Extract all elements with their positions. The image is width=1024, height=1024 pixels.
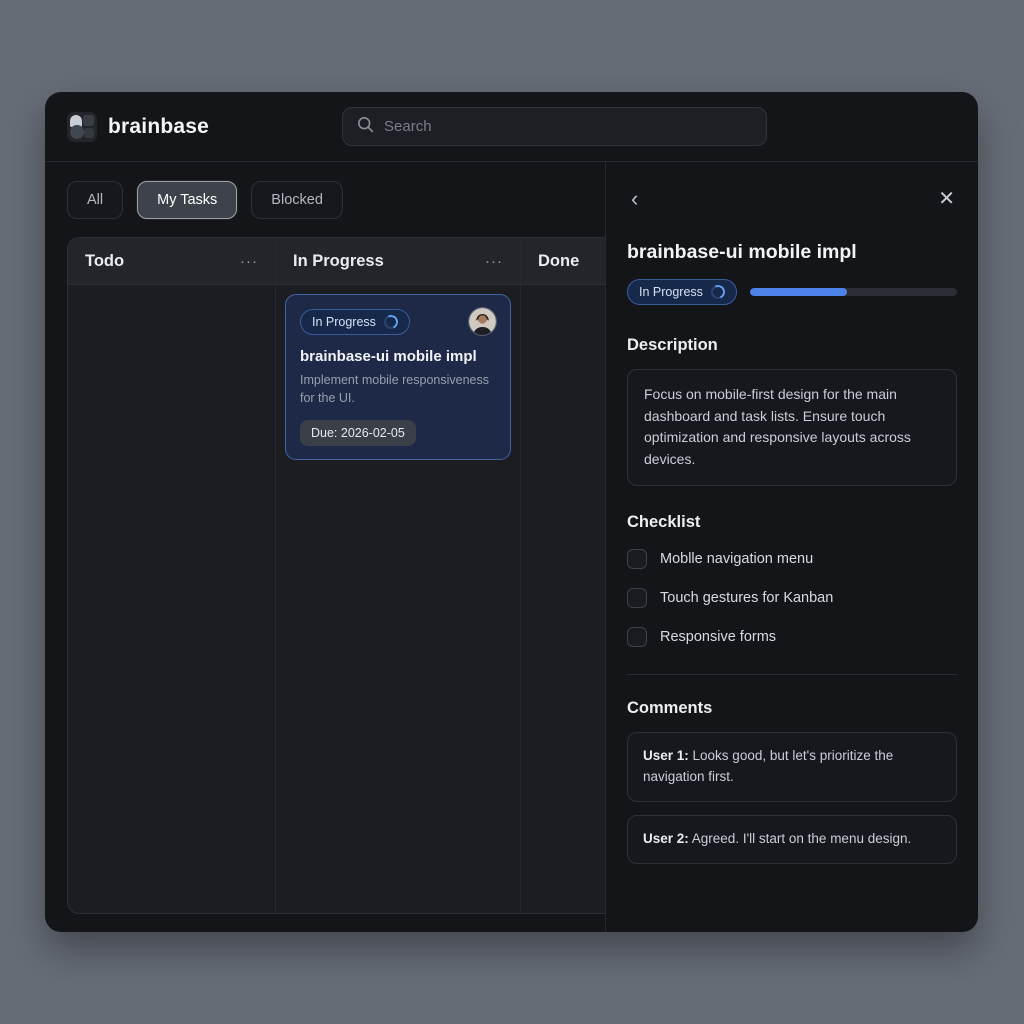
status-badge-label: In Progress [312,315,376,329]
checklist-item-label: Responsive forms [660,629,776,645]
app-logo: brainbase [67,112,209,142]
filter-bar: All My Tasks Blocked [45,162,605,237]
close-icon[interactable]: ✕ [936,189,957,209]
column-title: In Progress [293,252,384,271]
column-todo: Todo ··· [68,238,276,913]
app-name: brainbase [108,115,209,139]
back-icon[interactable]: ‹ [627,188,642,210]
status-badge: In Progress [627,279,737,305]
card-title: brainbase-ui mobile impl [300,348,496,365]
progress-fill [750,288,847,296]
app-window: brainbase All My Tasks Blocked [45,92,978,932]
checklist-item-label: Moblle navigation menu [660,551,813,567]
search-icon [357,116,374,138]
brainbase-logo-icon [67,112,97,142]
description-heading: Description [627,336,957,355]
column-done: Done [521,238,605,913]
checklist-item[interactable]: Responsive forms [627,627,957,647]
assignee-avatar [469,308,496,335]
checkbox-unchecked[interactable] [627,549,647,569]
comment-author: User 1: [643,748,689,763]
column-menu-icon[interactable]: ··· [485,253,503,270]
filter-blocked[interactable]: Blocked [251,181,343,219]
column-in-progress: In Progress ··· In Progress [276,238,521,913]
comment-item: User 2: Agreed. I'll start on the menu d… [627,815,957,864]
checklist-item[interactable]: Touch gestures for Kanban [627,588,957,608]
spinner-icon [709,283,727,301]
search-bar[interactable] [342,107,767,146]
comment-text: Agreed. I'll start on the menu design. [689,831,911,846]
column-menu-icon[interactable]: ··· [240,253,258,270]
column-done-body [521,285,605,913]
task-detail-panel: ‹ ✕ brainbase-ui mobile impl In Progress… [605,162,978,932]
description-box: Focus on mobile-first design for the mai… [627,369,957,486]
checkbox-unchecked[interactable] [627,627,647,647]
board-section: All My Tasks Blocked Todo ··· In Progres… [45,162,605,932]
filter-all[interactable]: All [67,181,123,219]
column-in-progress-body: In Progress [276,285,520,913]
section-divider [627,674,957,675]
card-description: Implement mobile responsiveness for the … [300,371,495,407]
column-done-header: Done [521,238,605,285]
app-header: brainbase [45,92,978,162]
due-date-badge: Due: 2026-02-05 [300,420,416,446]
column-title: Todo [85,252,124,271]
comments-heading: Comments [627,699,957,718]
comment-item: User 1: Looks good, but let's prioritize… [627,732,957,802]
status-badge-label: In Progress [639,285,703,299]
column-todo-header: Todo ··· [68,238,275,285]
checklist: Moblle navigation menu Touch gestures fo… [627,549,957,647]
spinner-icon [382,313,400,331]
checkbox-unchecked[interactable] [627,588,647,608]
progress-bar [750,288,957,296]
filter-my-tasks[interactable]: My Tasks [137,181,237,219]
panel-title: brainbase-ui mobile impl [627,241,957,264]
checklist-item[interactable]: Moblle navigation menu [627,549,957,569]
checklist-item-label: Touch gestures for Kanban [660,590,833,606]
kanban-board: Todo ··· In Progress ··· [67,237,605,914]
checklist-heading: Checklist [627,513,957,532]
search-input[interactable] [384,118,752,135]
column-in-progress-header: In Progress ··· [276,238,520,285]
status-badge: In Progress [300,309,410,335]
column-title: Done [538,252,579,271]
comment-author: User 2: [643,831,689,846]
column-todo-body [68,285,275,913]
task-card[interactable]: In Progress [285,294,511,460]
